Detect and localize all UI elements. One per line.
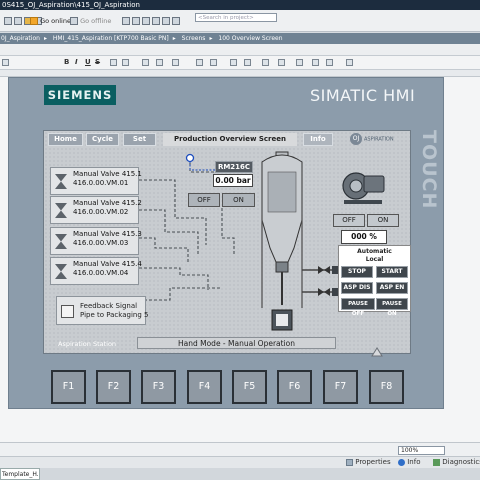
mode-status-bar: Hand Mode - Manual Operation (137, 337, 336, 349)
fan-on-button[interactable]: ON (367, 214, 399, 227)
feedback-label: Feedback Signal (80, 302, 138, 310)
valve-label: Manual Valve 415.3 (73, 230, 142, 238)
function-key-f7[interactable]: F7 (323, 370, 358, 404)
properties-tab-label: Properties (355, 458, 391, 466)
function-key-f1[interactable]: F1 (51, 370, 86, 404)
aspiration-station-label: Aspiration Station (58, 340, 117, 348)
feedback-sublabel: Pipe to Packaging 5 (80, 311, 149, 319)
properties-icon (346, 458, 353, 466)
taskbar-strip (40, 468, 480, 480)
function-key-f6[interactable]: F6 (277, 370, 312, 404)
function-key-f5[interactable]: F5 (232, 370, 267, 404)
asp-dis-button[interactable]: ASP DIS (341, 282, 373, 294)
sensor-icon (185, 153, 195, 163)
valve-label: Manual Valve 415.1 (73, 170, 142, 178)
start-button[interactable]: START (376, 266, 408, 278)
pause-on-button[interactable]: PAUSE ON (376, 298, 408, 317)
valve-tag: 416.0.00.VM.03 (73, 239, 129, 247)
fan-speed-value: 000 % (341, 230, 387, 244)
info-icon (398, 458, 405, 466)
pressure-off-button[interactable]: OFF (188, 193, 220, 207)
warning-icon (371, 347, 383, 357)
pressure-on-button[interactable]: ON (222, 193, 255, 207)
manual-valve-1[interactable]: Manual Valve 415.1 416.0.00.VM.01 (50, 167, 142, 195)
function-key-f8[interactable]: F8 (369, 370, 404, 404)
fan-icon (342, 172, 385, 204)
valve-tag: 416.0.00.VM.02 (73, 208, 129, 216)
asp-en-button[interactable]: ASP EN (376, 282, 408, 294)
zoom-select[interactable]: 100% (398, 446, 445, 455)
info-tab[interactable]: Info (398, 457, 420, 468)
manual-valve-3[interactable]: Manual Valve 415.3 416.0.00.VM.03 (50, 227, 142, 255)
fan-off-button[interactable]: OFF (333, 214, 365, 227)
valve-icon (55, 264, 67, 279)
auto-mode-title: Automatic Local (357, 248, 392, 263)
valve-icon (318, 266, 339, 274)
function-key-f4[interactable]: F4 (187, 370, 222, 404)
diagnostics-icon (433, 458, 440, 466)
valve-icon (55, 174, 67, 189)
manual-valve-2[interactable]: Manual Valve 415.2 416.0.00.VM.02 (50, 196, 142, 224)
valve-icon (55, 234, 67, 249)
pressure-value: 0.00 bar (213, 174, 253, 187)
valve-tag: 416.0.00.VM.04 (73, 269, 129, 277)
feedback-signal[interactable]: Feedback Signal Pipe to Packaging 5 (56, 296, 149, 325)
rm-tag-label: RM216C (215, 161, 253, 173)
function-key-f2[interactable]: F2 (96, 370, 131, 404)
properties-tab[interactable]: Properties (346, 457, 391, 468)
valve-icon (318, 288, 339, 296)
diagnostics-tab-label: Diagnostics (442, 458, 480, 466)
feedback-checkbox[interactable] (61, 305, 74, 318)
stop-button[interactable]: STOP (341, 266, 373, 278)
function-key-f3[interactable]: F3 (141, 370, 176, 404)
info-tab-label: Info (407, 458, 421, 466)
valve-icon (55, 203, 67, 218)
valve-label: Manual Valve 415.2 (73, 199, 142, 207)
diagnostics-tab[interactable]: Diagnostics (433, 457, 480, 468)
pause-off-button[interactable]: PAUSE OFF (341, 298, 375, 317)
taskbar-tab[interactable]: Template_H... (0, 468, 40, 480)
valve-tag: 416.0.00.VM.01 (73, 179, 129, 187)
manual-valve-4[interactable]: Manual Valve 415.4 416.0.00.VM.04 (50, 257, 142, 285)
aspiration-tank (261, 151, 303, 331)
valve-label: Manual Valve 415.4 (73, 260, 142, 268)
